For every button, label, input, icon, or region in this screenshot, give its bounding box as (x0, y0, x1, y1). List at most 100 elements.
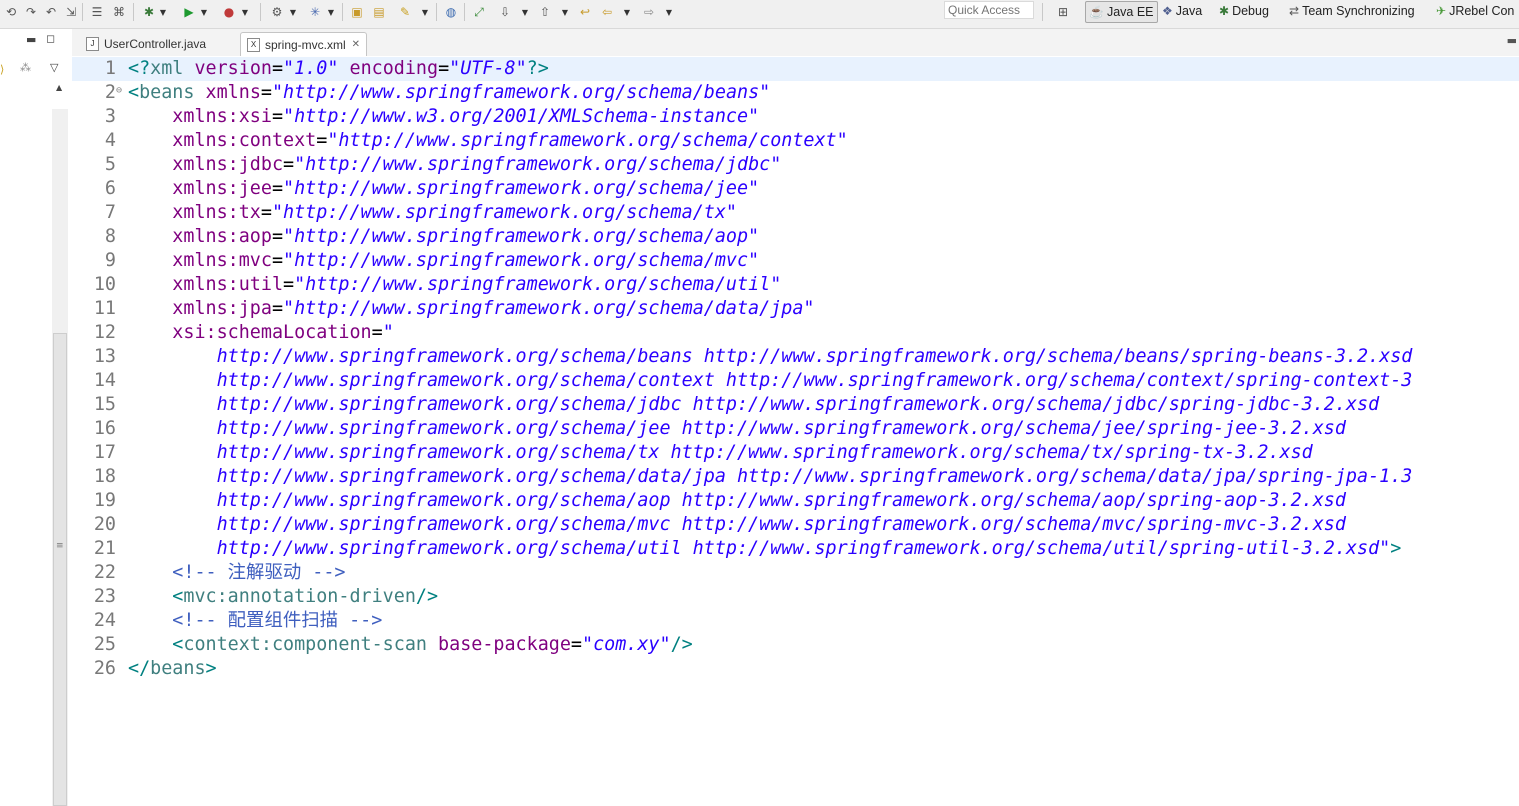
code-line[interactable]: 15 http://www.springframework.org/schema… (72, 393, 1519, 417)
toolbar-icon[interactable]: ⇲ (62, 3, 80, 21)
code-token: http://www.springframework.org/schema/be… (128, 346, 1413, 367)
toolbar-icon[interactable]: ↷ (22, 3, 40, 21)
toolbar-icon[interactable]: ⟲ (2, 3, 20, 21)
open-perspective-icon[interactable]: ⊞ (1054, 3, 1072, 21)
debug-icon[interactable]: ✱ (140, 3, 158, 21)
code-line[interactable]: 7 xmlns:tx="http://www.springframework.o… (72, 201, 1519, 225)
line-number: 26 (93, 658, 116, 679)
scroll-up-icon[interactable]: ▲ (56, 83, 62, 92)
chevron-down-icon[interactable]: ▼ (520, 3, 530, 21)
code-line[interactable]: 14 http://www.springframework.org/schema… (72, 369, 1519, 393)
line-number: 23 (93, 586, 116, 607)
maximize-icon[interactable]: ◻ (46, 32, 55, 45)
perspective-jrebel[interactable]: ✈ JRebel Con (1436, 1, 1514, 21)
code-line[interactable]: 20 http://www.springframework.org/schema… (72, 513, 1519, 537)
code-line[interactable]: 9 xmlns:mvc="http://www.springframework.… (72, 249, 1519, 273)
run-external-icon[interactable]: ● (220, 3, 238, 21)
tab-usercontroller-java[interactable]: J UserController.java (80, 32, 212, 56)
line-number: 5 (104, 154, 116, 175)
code-line[interactable]: 26 </beans> (72, 657, 1519, 681)
code-line[interactable]: 1 <?xml version="1.0" encoding="UTF-8"?> (72, 57, 1519, 81)
code-line[interactable]: 21 http://www.springframework.org/schema… (72, 537, 1519, 561)
perspective-java-ee[interactable]: ☕ Java EE (1085, 1, 1158, 23)
open-type-icon[interactable]: ▣ (348, 3, 366, 21)
code-line[interactable]: 22 <!-- 注解驱动 --> (72, 561, 1519, 585)
toggle-breadcrumb-icon[interactable]: ⤢ (470, 3, 488, 21)
code-text: <!-- 注解驱动 --> (128, 561, 345, 585)
chevron-down-icon[interactable]: ▼ (288, 3, 298, 21)
code-line[interactable]: 13 http://www.springframework.org/schema… (72, 345, 1519, 369)
code-line[interactable]: 25 <context:component-scan base-package=… (72, 633, 1519, 657)
previous-annotation-icon[interactable]: ⇧ (536, 3, 554, 21)
team-sync-perspective-icon: ⇄ (1289, 4, 1300, 18)
code-token: xmlns:xsi (172, 106, 272, 127)
chevron-down-icon[interactable]: ▼ (664, 3, 674, 21)
code-line[interactable]: 2 ⊖ <beans xmlns="http://www.springframewo… (72, 81, 1519, 105)
chevron-down-icon[interactable]: ▼ (326, 3, 336, 21)
code-token: encoding (349, 58, 439, 79)
toolbar-icon[interactable]: ☰ (88, 3, 106, 21)
globe-icon[interactable]: ◍ (442, 3, 460, 21)
code-token: = (271, 298, 284, 319)
perspective-debug[interactable]: ✱ Debug (1219, 1, 1269, 21)
last-edit-icon[interactable]: ↩ (576, 3, 594, 21)
quick-access-input[interactable] (944, 1, 1034, 19)
code-line[interactable]: 8 xmlns:aop="http://www.springframework.… (72, 225, 1519, 249)
chevron-down-icon[interactable]: ▼ (240, 3, 250, 21)
code-token: http://www.springframework.org/schema/mv… (128, 514, 1346, 535)
perspective-team-synchronizing[interactable]: ⇄ Team Synchronizing (1289, 1, 1415, 21)
code-token: http://www.springframework.org/schema/da… (128, 466, 1413, 487)
line-number: 13 (93, 346, 116, 367)
code-line[interactable]: 10 xmlns:util="http://www.springframewor… (72, 273, 1519, 297)
chevron-down-icon[interactable]: ▼ (420, 3, 430, 21)
perspective-java[interactable]: ❖ Java (1162, 1, 1202, 21)
close-icon[interactable]: ✕ (352, 39, 360, 50)
new-server-icon[interactable]: ⚙ (268, 3, 286, 21)
code-line[interactable]: 19 http://www.springframework.org/schema… (72, 489, 1519, 513)
xml-editor[interactable]: 1 <?xml version="1.0" encoding="UTF-8"?> 2… (72, 56, 1519, 777)
toolbar-icon[interactable]: ↶ (42, 3, 60, 21)
code-token: "http://www.springframework.org/schema/t… (271, 202, 737, 223)
code-line[interactable]: 23 <mvc:annotation-driven/> (72, 585, 1519, 609)
open-folder-icon[interactable]: ▤ (370, 3, 388, 21)
code-line[interactable]: 17 http://www.springframework.org/schema… (72, 441, 1519, 465)
code-line[interactable]: 3 xmlns:xsi="http://www.w3.org/2001/XMLS… (72, 105, 1519, 129)
tab-label: UserController.java (104, 37, 207, 51)
code-text: <?xml version="1.0" encoding="UTF-8"?> (128, 57, 549, 81)
view-menu-icon[interactable]: ▽ (50, 61, 58, 74)
chevron-down-icon[interactable]: ▼ (158, 3, 168, 21)
link-editor-icon[interactable]: ⟩ (0, 63, 4, 76)
tab-spring-mvc-xml[interactable]: X spring-mvc.xml ✕ (240, 32, 368, 56)
code-token: http://www.springframework.org/schema/tx… (128, 442, 1313, 463)
code-line[interactable]: 5 xmlns:jdbc="http://www.springframework… (72, 153, 1519, 177)
search-icon[interactable]: ✎ (396, 3, 414, 21)
minimize-icon[interactable]: ▬ (26, 33, 36, 46)
chevron-down-icon[interactable]: ▼ (199, 3, 209, 21)
code-token: mvc:annotation-driven (183, 586, 416, 607)
run-icon[interactable]: ▶ (180, 3, 198, 21)
chevron-down-icon[interactable]: ▼ (622, 3, 632, 21)
code-token: xmlns:context (172, 130, 317, 151)
forward-icon[interactable]: ⇨ (640, 3, 658, 21)
code-token: xmlns:aop (172, 226, 272, 247)
minimize-editor-icon[interactable]: ▬ (1507, 34, 1517, 47)
scrollbar-thumb[interactable] (53, 333, 67, 806)
new-wizard-icon[interactable]: ✳ (306, 3, 324, 21)
code-line[interactable]: 12 xsi:schemaLocation=" (72, 321, 1519, 345)
code-line[interactable]: 18 http://www.springframework.org/schema… (72, 465, 1519, 489)
code-line[interactable]: 4 xmlns:context="http://www.springframew… (72, 129, 1519, 153)
code-line[interactable]: 11 xmlns:jpa="http://www.springframework… (72, 297, 1519, 321)
code-token: http://www.springframework.org/schema/jd… (128, 394, 1380, 415)
code-line[interactable]: 24 <!-- 配置组件扫描 --> (72, 609, 1519, 633)
fold-toggle-icon[interactable]: ⊖ (116, 81, 122, 101)
toolbar-icon[interactable]: ⌘ (110, 3, 128, 21)
view-options-icon[interactable]: ⁂ (20, 61, 31, 74)
back-icon[interactable]: ⇦ (598, 3, 616, 21)
code-line[interactable]: 16 http://www.springframework.org/schema… (72, 417, 1519, 441)
line-number: 1 (104, 58, 116, 79)
code-token: = (271, 58, 284, 79)
code-line[interactable]: 6 xmlns:jee="http://www.springframework.… (72, 177, 1519, 201)
code-text: </beans> (128, 657, 217, 681)
next-annotation-icon[interactable]: ⇩ (496, 3, 514, 21)
chevron-down-icon[interactable]: ▼ (560, 3, 570, 21)
